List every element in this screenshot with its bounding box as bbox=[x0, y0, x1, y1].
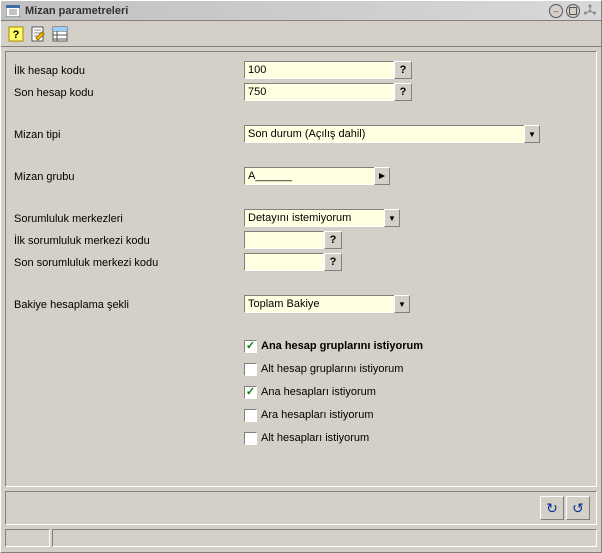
input-son-hesap-kodu[interactable] bbox=[244, 83, 394, 101]
window-buttons: – bbox=[549, 4, 597, 18]
label-son-hesap-kodu: Son hesap kodu bbox=[14, 85, 244, 99]
input-ilk-hesap-kodu[interactable] bbox=[244, 61, 394, 79]
input-ilk-sorumluluk[interactable] bbox=[244, 231, 324, 249]
help-ilk-sorumluluk[interactable]: ? bbox=[324, 231, 342, 249]
help-tool-button[interactable]: ? bbox=[5, 23, 27, 45]
row-ilk-hesap-kodu: İlk hesap kodu ? bbox=[14, 60, 588, 80]
check-label-alt-hesaplari[interactable]: Alt hesapları istiyorum bbox=[261, 432, 369, 444]
label-ilk-hesap-kodu: İlk hesap kodu bbox=[14, 63, 244, 77]
label-bakiye-sekli: Bakiye hesaplama şekli bbox=[14, 297, 244, 311]
check-label-ara-hesaplari[interactable]: Ara hesapları istiyorum bbox=[261, 409, 374, 421]
row-mizan-tipi: Mizan tipi ▼ bbox=[14, 124, 588, 144]
footer-action-bar: ↻ ↺ bbox=[5, 491, 597, 525]
row-bakiye-sekli: Bakiye hesaplama şekli ▼ bbox=[14, 294, 588, 314]
check-label-ana-hesap-gruplari[interactable]: Ana hesap gruplarını istiyorum bbox=[261, 340, 423, 352]
window-title: Mizan parametreleri bbox=[25, 5, 549, 17]
combo-mizan-grubu[interactable] bbox=[244, 167, 374, 185]
minimize-button[interactable]: – bbox=[549, 4, 563, 18]
label-sorumluluk-merkezleri: Sorumluluk merkezleri bbox=[14, 211, 244, 225]
label-mizan-tipi: Mizan tipi bbox=[14, 127, 244, 141]
maximize-button[interactable] bbox=[566, 4, 580, 18]
help-ilk-hesap-kodu[interactable]: ? bbox=[394, 61, 412, 79]
notes-tool-button[interactable] bbox=[27, 23, 49, 45]
app-icon bbox=[5, 4, 21, 18]
label-ilk-sorumluluk: İlk sorumluluk merkezi kodu bbox=[14, 233, 244, 247]
check-row-alt-hesaplari: Alt hesapları istiyorum bbox=[244, 428, 588, 448]
combo-bakiye-sekli[interactable] bbox=[244, 295, 394, 313]
checkbox-ara-hesaplari[interactable] bbox=[244, 409, 257, 422]
combo-sorumluluk-merkezleri[interactable] bbox=[244, 209, 384, 227]
form-panel: İlk hesap kodu ? Son hesap kodu ? Mizan … bbox=[5, 51, 597, 487]
input-son-sorumluluk[interactable] bbox=[244, 253, 324, 271]
toolbar: ? bbox=[1, 21, 601, 47]
checkbox-ana-hesap-gruplari[interactable] bbox=[244, 340, 257, 353]
svg-text:?: ? bbox=[13, 29, 20, 41]
check-row-ana-hesaplari: Ana hesapları istiyorum bbox=[244, 382, 588, 402]
window-frame: Mizan parametreleri – bbox=[0, 0, 602, 553]
refresh-forward-button[interactable]: ↻ bbox=[540, 496, 564, 520]
row-son-sorumluluk: Son sorumluluk merkezi kodu ? bbox=[14, 252, 588, 272]
label-mizan-grubu: Mizan grubu bbox=[14, 169, 244, 183]
dropdown-bakiye-sekli[interactable]: ▼ bbox=[394, 295, 410, 313]
dropdown-mizan-grubu[interactable] bbox=[374, 167, 390, 185]
help-son-sorumluluk[interactable]: ? bbox=[324, 253, 342, 271]
label-son-sorumluluk: Son sorumluluk merkezi kodu bbox=[14, 255, 244, 269]
status-cell-2 bbox=[52, 529, 597, 547]
refresh-back-button[interactable]: ↺ bbox=[566, 496, 590, 520]
check-label-ana-hesaplari[interactable]: Ana hesapları istiyorum bbox=[261, 386, 376, 398]
checkbox-alt-hesap-gruplari[interactable] bbox=[244, 363, 257, 376]
dropdown-sorumluluk-merkezleri[interactable]: ▼ bbox=[384, 209, 400, 227]
check-row-ana-hesap-gruplari: Ana hesap gruplarını istiyorum bbox=[244, 336, 588, 356]
status-cell-1 bbox=[5, 529, 50, 547]
checkbox-alt-hesaplari[interactable] bbox=[244, 432, 257, 445]
grid-tool-button[interactable] bbox=[49, 23, 71, 45]
row-sorumluluk-merkezleri: Sorumluluk merkezleri ▼ bbox=[14, 208, 588, 228]
check-row-alt-hesap-gruplari: Alt hesap gruplarını istiyorum bbox=[244, 359, 588, 379]
check-row-ara-hesaplari: Ara hesapları istiyorum bbox=[244, 405, 588, 425]
help-son-hesap-kodu[interactable]: ? bbox=[394, 83, 412, 101]
title-bar: Mizan parametreleri – bbox=[1, 1, 601, 21]
check-label-alt-hesap-gruplari[interactable]: Alt hesap gruplarını istiyorum bbox=[261, 363, 403, 375]
checkbox-ana-hesaplari[interactable] bbox=[244, 386, 257, 399]
row-ilk-sorumluluk: İlk sorumluluk merkezi kodu ? bbox=[14, 230, 588, 250]
row-son-hesap-kodu: Son hesap kodu ? bbox=[14, 82, 588, 102]
status-bar bbox=[5, 529, 597, 549]
close-button[interactable] bbox=[583, 4, 597, 18]
combo-mizan-tipi[interactable] bbox=[244, 125, 524, 143]
row-mizan-grubu: Mizan grubu bbox=[14, 166, 588, 186]
dropdown-mizan-tipi[interactable]: ▼ bbox=[524, 125, 540, 143]
